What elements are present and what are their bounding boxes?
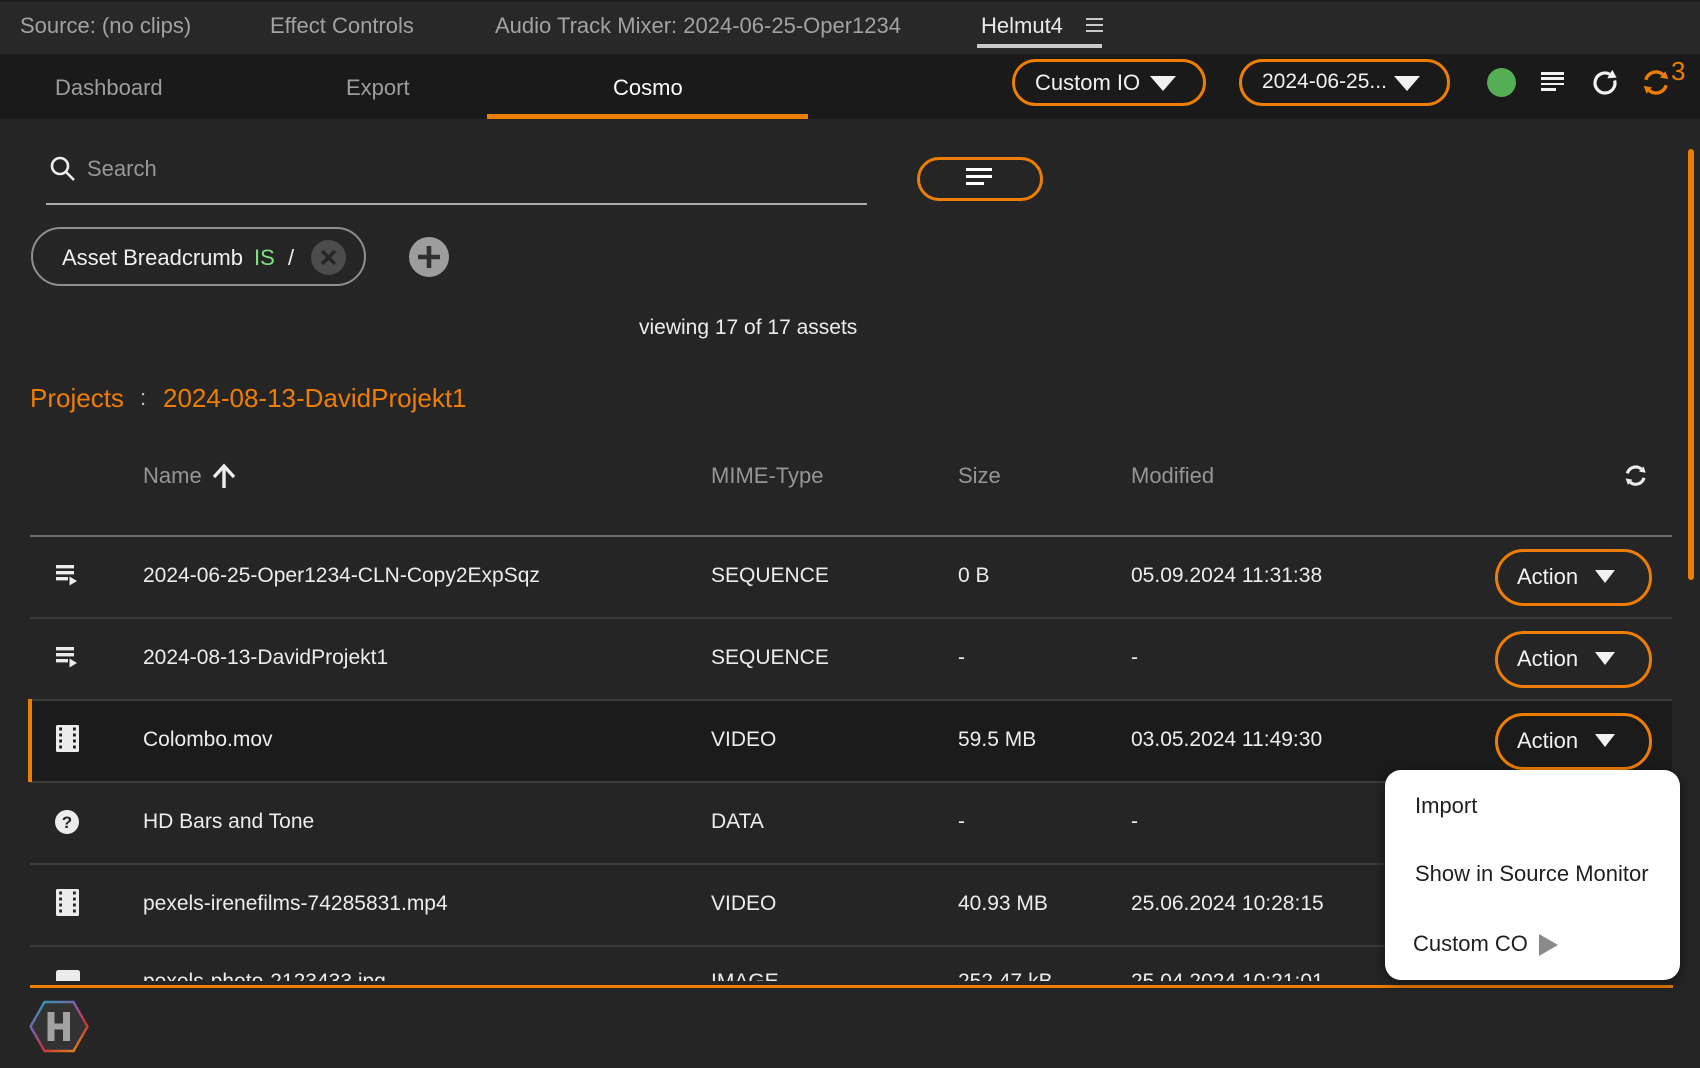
svg-text:?: ? (62, 813, 72, 832)
